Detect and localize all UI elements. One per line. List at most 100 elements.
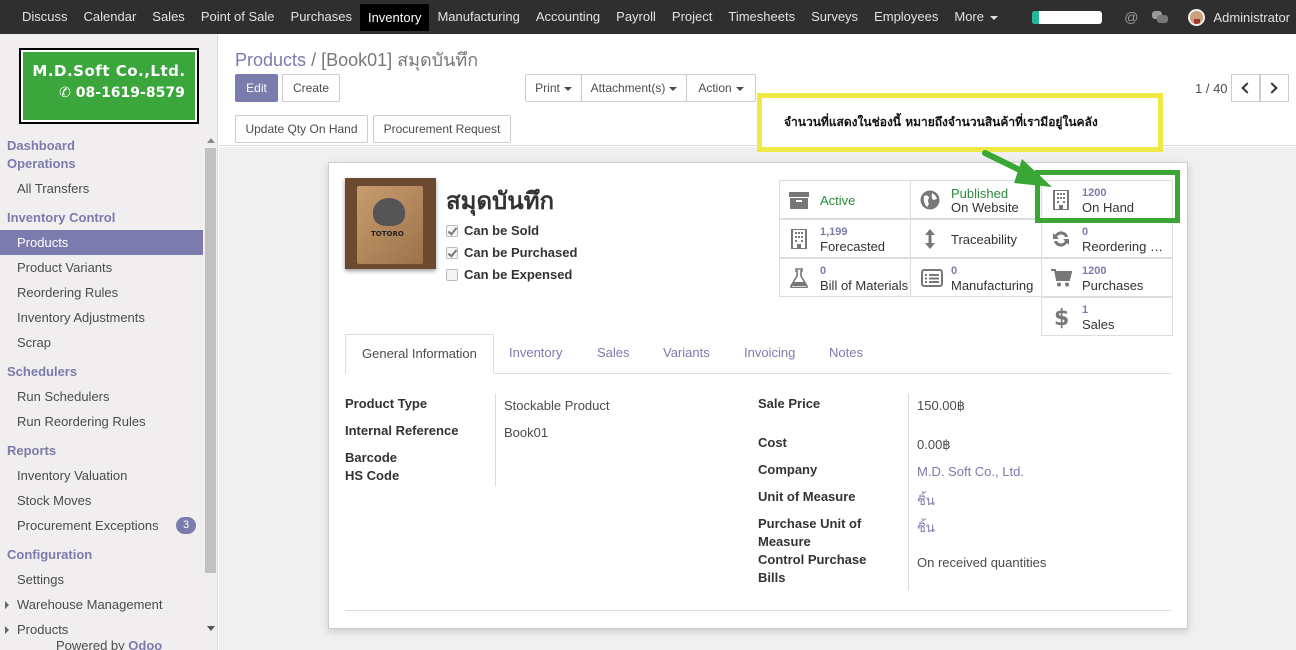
tab-notes[interactable]: Notes xyxy=(813,334,879,374)
user-name[interactable]: Administrator xyxy=(1213,10,1290,25)
sidebar-item-settings[interactable]: Settings xyxy=(0,567,203,592)
chat-icon[interactable] xyxy=(1152,10,1169,24)
chevron-down-icon xyxy=(563,86,572,91)
product-name: สมุดบันทึก xyxy=(446,187,555,215)
attachments-label: Attachment(s) xyxy=(590,81,666,95)
update-qty-button[interactable]: Update Qty On Hand xyxy=(235,115,368,143)
avatar[interactable] xyxy=(1188,8,1206,26)
sales-label: Sales xyxy=(1082,317,1115,332)
list-alt-icon xyxy=(921,269,943,287)
sales-button[interactable]: $ 1 Sales xyxy=(1041,297,1173,336)
sidebar-scrollbar[interactable] xyxy=(205,138,216,638)
manufacturing-button[interactable]: 0 Manufacturing xyxy=(910,258,1042,297)
sidebar-section-dashboard[interactable]: Dashboard Operations xyxy=(0,137,203,173)
sidebar-item-products[interactable]: Products xyxy=(0,230,203,255)
odoo-link[interactable]: Odoo xyxy=(128,638,162,650)
company-logo[interactable]: M.D.Soft Co.,Ltd. ✆ 08-1619-8579 xyxy=(19,48,199,124)
sidebar-item-all-transfers[interactable]: All Transfers xyxy=(0,176,203,201)
pager-previous-button[interactable] xyxy=(1231,74,1260,102)
sidebar-item-stock-moves[interactable]: Stock Moves xyxy=(0,488,203,513)
checkbox-unchecked[interactable] xyxy=(446,269,458,281)
sidebar-item-warehouse-management[interactable]: Warehouse Management xyxy=(0,592,203,617)
purchase-uom-label-line2: Measure xyxy=(758,534,811,549)
purchase-uom-label-line1: Purchase Unit of xyxy=(758,516,862,531)
scroll-down-icon[interactable] xyxy=(207,626,215,631)
powered-by-text: Powered by xyxy=(56,638,125,650)
sidebar-item-run-schedulers[interactable]: Run Schedulers xyxy=(0,384,203,409)
chevron-down-icon xyxy=(990,15,998,20)
scroll-up-icon[interactable] xyxy=(207,138,215,143)
menu-calendar[interactable]: Calendar xyxy=(76,0,145,34)
sidebar-item-scrap[interactable]: Scrap xyxy=(0,330,203,355)
tab-variants[interactable]: Variants xyxy=(647,334,726,374)
create-button[interactable]: Create xyxy=(282,74,340,102)
mention-icon[interactable]: @ xyxy=(1124,9,1138,25)
globe-icon xyxy=(920,190,940,210)
menu-accounting[interactable]: Accounting xyxy=(528,0,608,34)
sidebar-item-inventory-valuation[interactable]: Inventory Valuation xyxy=(0,463,203,488)
sidebar-item-reordering-rules[interactable]: Reordering Rules xyxy=(0,280,203,305)
menu-timesheets[interactable]: Timesheets xyxy=(720,0,803,34)
tab-invoicing[interactable]: Invoicing xyxy=(728,334,811,374)
traceability-button[interactable]: Traceability xyxy=(910,219,1042,258)
sidebar-section-schedulers: Schedulers xyxy=(7,364,78,379)
action-label: Action xyxy=(698,81,732,95)
print-button[interactable]: Print xyxy=(525,74,582,102)
procurement-request-button[interactable]: Procurement Request xyxy=(373,115,511,143)
menu-more[interactable]: More xyxy=(946,0,1006,34)
company-value[interactable]: M.D. Soft Co., Ltd. xyxy=(917,464,1024,479)
tab-general-information[interactable]: General Information xyxy=(345,334,494,374)
pager-next-button[interactable] xyxy=(1260,74,1289,102)
sidebar-item-label: Procurement Exceptions xyxy=(17,518,159,533)
menu-project[interactable]: Project xyxy=(664,0,720,34)
sidebar-item-run-reordering-rules[interactable]: Run Reordering Rules xyxy=(0,409,203,434)
purchases-label: Purchases xyxy=(1082,278,1144,293)
forecasted-value: 1,199 xyxy=(820,226,848,238)
menu-inventory[interactable]: Inventory xyxy=(359,4,430,31)
app-menu: Discuss Calendar Sales Point of Sale Pur… xyxy=(14,0,1006,34)
reordering-rules-button[interactable]: 0 Reordering Rules xyxy=(1041,219,1173,258)
purchase-uom-value[interactable]: ชิ้น xyxy=(917,517,935,538)
bill-of-materials-button[interactable]: 0 Bill of Materials xyxy=(779,258,911,297)
checkbox-checked[interactable] xyxy=(446,247,458,259)
tab-sales[interactable]: Sales xyxy=(581,334,646,374)
pager-value[interactable]: 1 / 40 xyxy=(1195,81,1228,96)
menu-manufacturing[interactable]: Manufacturing xyxy=(429,0,527,34)
menu-discuss[interactable]: Discuss xyxy=(14,0,76,34)
sidebar-item-product-variants[interactable]: Product Variants xyxy=(0,255,203,280)
tab-inventory[interactable]: Inventory xyxy=(493,334,578,374)
scrollbar-thumb[interactable] xyxy=(205,148,216,573)
forecasted-button[interactable]: 1,199 Forecasted xyxy=(779,219,911,258)
can-be-expensed-checkbox[interactable]: Can be Expensed xyxy=(446,267,572,282)
activity-progress-bar[interactable] xyxy=(1032,10,1103,24)
edit-button[interactable]: Edit xyxy=(235,74,278,102)
product-image[interactable]: TOTORO xyxy=(345,178,436,269)
breadcrumb-products[interactable]: Products xyxy=(235,50,306,70)
manufacturing-label: Manufacturing xyxy=(951,278,1034,293)
cost-label: Cost xyxy=(758,435,787,450)
active-toggle-button[interactable]: Active xyxy=(779,180,911,219)
unit-of-measure-value[interactable]: ชิ้น xyxy=(917,490,935,511)
reordering-label: Reordering Rules xyxy=(1082,239,1172,254)
menu-employees[interactable]: Employees xyxy=(866,0,946,34)
menu-point-of-sale[interactable]: Point of Sale xyxy=(193,0,283,34)
attachments-button[interactable]: Attachment(s) xyxy=(581,74,687,102)
building-icon xyxy=(791,229,807,249)
action-button[interactable]: Action xyxy=(686,74,756,102)
sidebar-section-reports: Reports xyxy=(7,443,57,458)
menu-purchases[interactable]: Purchases xyxy=(283,0,360,34)
can-be-sold-checkbox[interactable]: Can be Sold xyxy=(446,223,539,238)
sidebar-item-procurement-exceptions[interactable]: Procurement Exceptions 3 xyxy=(0,513,203,538)
cost-value: 0.00฿ xyxy=(917,437,951,452)
menu-surveys[interactable]: Surveys xyxy=(803,0,866,34)
forecasted-label: Forecasted xyxy=(820,239,886,254)
menu-sales[interactable]: Sales xyxy=(144,0,193,34)
sidebar-item-inventory-adjustments[interactable]: Inventory Adjustments xyxy=(0,305,203,330)
sidebar: M.D.Soft Co.,Ltd. ✆ 08-1619-8579 Dashboa… xyxy=(0,34,218,650)
purchases-button[interactable]: 1200 Purchases xyxy=(1041,258,1173,297)
traceability-label: Traceability xyxy=(951,232,1017,247)
shopping-cart-icon xyxy=(1051,269,1073,287)
menu-payroll[interactable]: Payroll xyxy=(608,0,664,34)
can-be-purchased-checkbox[interactable]: Can be Purchased xyxy=(446,245,577,260)
checkbox-checked[interactable] xyxy=(446,225,458,237)
